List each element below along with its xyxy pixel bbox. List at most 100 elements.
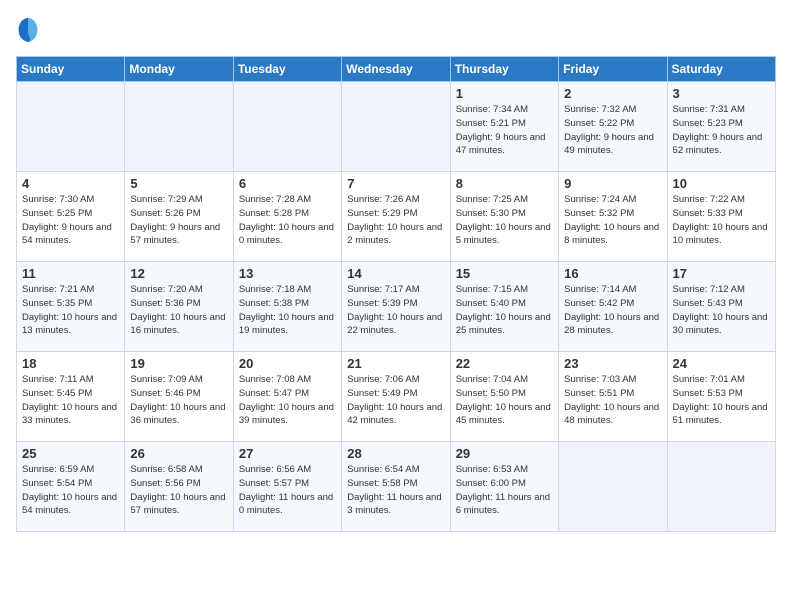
day-info: Sunrise: 7:31 AM Sunset: 5:23 PM Dayligh…	[673, 103, 770, 158]
day-number: 11	[22, 266, 119, 281]
calendar-cell: 2 Sunrise: 7:32 AM Sunset: 5:22 PM Daylig…	[559, 82, 667, 172]
day-number: 15	[456, 266, 553, 281]
calendar-cell: 20 Sunrise: 7:08 AM Sunset: 5:47 PM Dayli…	[233, 352, 341, 442]
day-header-thursday: Thursday	[450, 57, 558, 82]
day-header-wednesday: Wednesday	[342, 57, 450, 82]
day-info: Sunrise: 7:09 AM Sunset: 5:46 PM Dayligh…	[130, 373, 227, 428]
day-number: 8	[456, 176, 553, 191]
day-number: 21	[347, 356, 444, 371]
calendar-cell: 15 Sunrise: 7:15 AM Sunset: 5:40 PM Dayli…	[450, 262, 558, 352]
day-number: 3	[673, 86, 770, 101]
calendar-header-row: SundayMondayTuesdayWednesdayThursdayFrid…	[17, 57, 776, 82]
day-number: 26	[130, 446, 227, 461]
calendar-week-row: 25Sunrise: 6:59 AM Sunset: 5:54 PM Dayli…	[17, 442, 776, 532]
day-info: Sunrise: 7:30 AM Sunset: 5:25 PM Dayligh…	[22, 193, 119, 248]
logo-icon	[16, 16, 40, 44]
day-info: Sunrise: 7:11 AM Sunset: 5:45 PM Dayligh…	[22, 373, 119, 428]
day-number: 23	[564, 356, 661, 371]
day-number: 10	[673, 176, 770, 191]
day-info: Sunrise: 7:12 AM Sunset: 5:43 PM Dayligh…	[673, 283, 770, 338]
day-header-saturday: Saturday	[667, 57, 775, 82]
day-number: 6	[239, 176, 336, 191]
day-info: Sunrise: 7:18 AM Sunset: 5:38 PM Dayligh…	[239, 283, 336, 338]
calendar-week-row: 11 Sunrise: 7:21 AM Sunset: 5:35 PM Dayli…	[17, 262, 776, 352]
day-number: 7	[347, 176, 444, 191]
calendar-cell: 1Sunrise: 7:34 AM Sunset: 5:21 PM Daylig…	[450, 82, 558, 172]
header	[16, 16, 776, 44]
day-number: 28	[347, 446, 444, 461]
calendar-week-row: 4 Sunrise: 7:30 AM Sunset: 5:25 PM Daylig…	[17, 172, 776, 262]
calendar-cell	[233, 82, 341, 172]
day-info: Sunrise: 7:08 AM Sunset: 5:47 PM Dayligh…	[239, 373, 336, 428]
day-info: Sunrise: 7:15 AM Sunset: 5:40 PM Dayligh…	[456, 283, 553, 338]
calendar-cell: 10 Sunrise: 7:22 AM Sunset: 5:33 PM Dayli…	[667, 172, 775, 262]
day-info: Sunrise: 6:56 AM Sunset: 5:57 PM Dayligh…	[239, 463, 336, 518]
calendar-cell: 11 Sunrise: 7:21 AM Sunset: 5:35 PM Dayli…	[17, 262, 125, 352]
calendar-cell	[559, 442, 667, 532]
day-info: Sunrise: 7:03 AM Sunset: 5:51 PM Dayligh…	[564, 373, 661, 428]
day-number: 16	[564, 266, 661, 281]
calendar-cell: 13 Sunrise: 7:18 AM Sunset: 5:38 PM Dayli…	[233, 262, 341, 352]
calendar-cell: 29Sunrise: 6:53 AM Sunset: 6:00 PM Dayli…	[450, 442, 558, 532]
day-number: 19	[130, 356, 227, 371]
day-number: 20	[239, 356, 336, 371]
day-number: 14	[347, 266, 444, 281]
day-number: 5	[130, 176, 227, 191]
calendar-cell: 6 Sunrise: 7:28 AM Sunset: 5:28 PM Daylig…	[233, 172, 341, 262]
day-info: Sunrise: 6:54 AM Sunset: 5:58 PM Dayligh…	[347, 463, 444, 518]
day-number: 22	[456, 356, 553, 371]
day-info: Sunrise: 7:01 AM Sunset: 5:53 PM Dayligh…	[673, 373, 770, 428]
day-info: Sunrise: 6:53 AM Sunset: 6:00 PM Dayligh…	[456, 463, 553, 518]
calendar-cell: 8 Sunrise: 7:25 AM Sunset: 5:30 PM Daylig…	[450, 172, 558, 262]
calendar-week-row: 1Sunrise: 7:34 AM Sunset: 5:21 PM Daylig…	[17, 82, 776, 172]
calendar-cell: 17Sunrise: 7:12 AM Sunset: 5:43 PM Dayli…	[667, 262, 775, 352]
day-info: Sunrise: 7:21 AM Sunset: 5:35 PM Dayligh…	[22, 283, 119, 338]
day-header-sunday: Sunday	[17, 57, 125, 82]
calendar-cell: 16 Sunrise: 7:14 AM Sunset: 5:42 PM Dayli…	[559, 262, 667, 352]
calendar-cell: 3 Sunrise: 7:31 AM Sunset: 5:23 PM Daylig…	[667, 82, 775, 172]
day-number: 1	[456, 86, 553, 101]
day-info: Sunrise: 7:22 AM Sunset: 5:33 PM Dayligh…	[673, 193, 770, 248]
day-info: Sunrise: 7:17 AM Sunset: 5:39 PM Dayligh…	[347, 283, 444, 338]
calendar-table: SundayMondayTuesdayWednesdayThursdayFrid…	[16, 56, 776, 532]
day-info: Sunrise: 7:20 AM Sunset: 5:36 PM Dayligh…	[130, 283, 227, 338]
day-number: 12	[130, 266, 227, 281]
day-info: Sunrise: 7:25 AM Sunset: 5:30 PM Dayligh…	[456, 193, 553, 248]
day-info: Sunrise: 7:29 AM Sunset: 5:26 PM Dayligh…	[130, 193, 227, 248]
day-info: Sunrise: 7:04 AM Sunset: 5:50 PM Dayligh…	[456, 373, 553, 428]
calendar-cell: 4 Sunrise: 7:30 AM Sunset: 5:25 PM Daylig…	[17, 172, 125, 262]
day-header-tuesday: Tuesday	[233, 57, 341, 82]
calendar-cell: 19 Sunrise: 7:09 AM Sunset: 5:46 PM Dayli…	[125, 352, 233, 442]
logo	[16, 16, 44, 44]
day-number: 18	[22, 356, 119, 371]
calendar-week-row: 18 Sunrise: 7:11 AM Sunset: 5:45 PM Dayli…	[17, 352, 776, 442]
day-info: Sunrise: 7:14 AM Sunset: 5:42 PM Dayligh…	[564, 283, 661, 338]
day-info: Sunrise: 6:59 AM Sunset: 5:54 PM Dayligh…	[22, 463, 119, 518]
day-number: 9	[564, 176, 661, 191]
day-info: Sunrise: 7:32 AM Sunset: 5:22 PM Dayligh…	[564, 103, 661, 158]
day-number: 4	[22, 176, 119, 191]
day-info: Sunrise: 6:58 AM Sunset: 5:56 PM Dayligh…	[130, 463, 227, 518]
calendar-cell: 5 Sunrise: 7:29 AM Sunset: 5:26 PM Daylig…	[125, 172, 233, 262]
day-number: 13	[239, 266, 336, 281]
day-info: Sunrise: 7:06 AM Sunset: 5:49 PM Dayligh…	[347, 373, 444, 428]
calendar-cell: 25Sunrise: 6:59 AM Sunset: 5:54 PM Dayli…	[17, 442, 125, 532]
day-info: Sunrise: 7:28 AM Sunset: 5:28 PM Dayligh…	[239, 193, 336, 248]
calendar-cell: 21 Sunrise: 7:06 AM Sunset: 5:49 PM Dayli…	[342, 352, 450, 442]
calendar-cell	[667, 442, 775, 532]
day-number: 27	[239, 446, 336, 461]
day-header-monday: Monday	[125, 57, 233, 82]
calendar-cell: 9 Sunrise: 7:24 AM Sunset: 5:32 PM Daylig…	[559, 172, 667, 262]
day-number: 24	[673, 356, 770, 371]
calendar-cell: 12 Sunrise: 7:20 AM Sunset: 5:36 PM Dayli…	[125, 262, 233, 352]
day-number: 2	[564, 86, 661, 101]
calendar-cell: 23 Sunrise: 7:03 AM Sunset: 5:51 PM Dayli…	[559, 352, 667, 442]
calendar-cell: 14 Sunrise: 7:17 AM Sunset: 5:39 PM Dayli…	[342, 262, 450, 352]
calendar-cell: 27 Sunrise: 6:56 AM Sunset: 5:57 PM Dayli…	[233, 442, 341, 532]
calendar-cell: 22 Sunrise: 7:04 AM Sunset: 5:50 PM Dayli…	[450, 352, 558, 442]
calendar-cell	[125, 82, 233, 172]
calendar-cell: 28 Sunrise: 6:54 AM Sunset: 5:58 PM Dayli…	[342, 442, 450, 532]
day-header-friday: Friday	[559, 57, 667, 82]
day-info: Sunrise: 7:24 AM Sunset: 5:32 PM Dayligh…	[564, 193, 661, 248]
calendar-cell	[342, 82, 450, 172]
